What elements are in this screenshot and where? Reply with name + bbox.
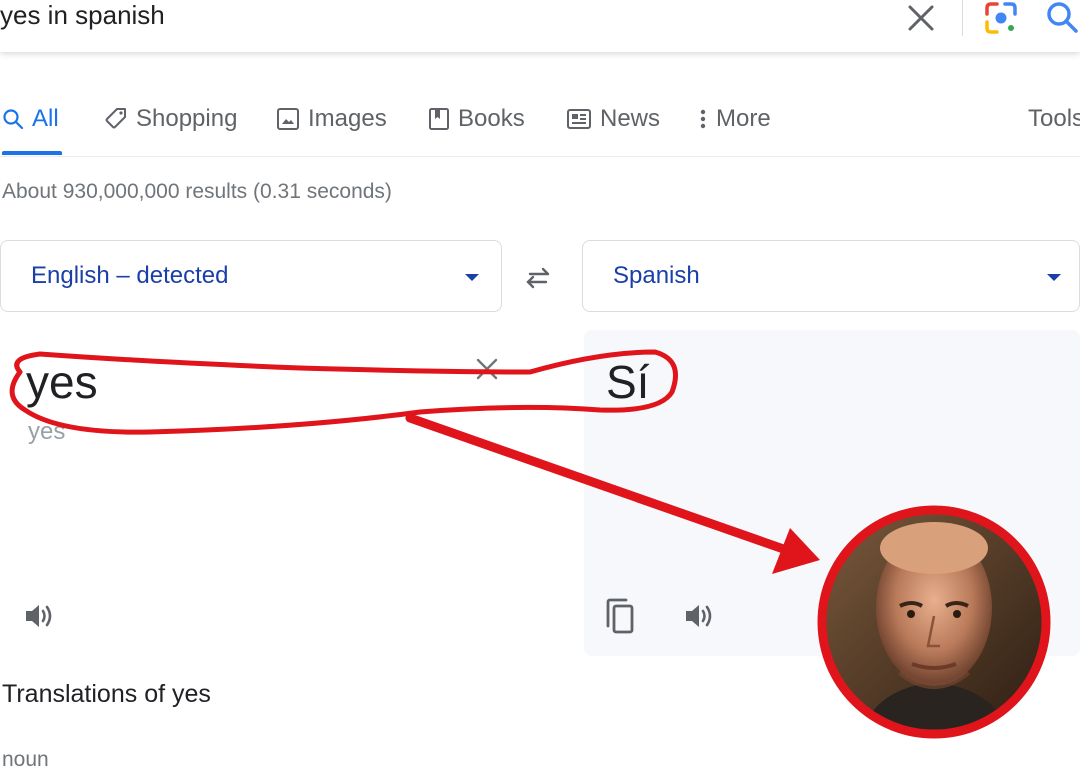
tab-more[interactable]: More [698,101,771,137]
part-of-speech-label: noun [2,748,49,769]
close-icon [476,358,498,380]
tab-all[interactable]: All [2,101,59,137]
tab-label: Shopping [136,105,238,132]
google-lens-icon [985,2,1017,34]
swap-languages-button[interactable] [520,260,556,296]
listen-source-button[interactable] [22,598,58,634]
tools-button[interactable]: Tools [1028,101,1080,137]
tab-books[interactable]: Books [428,101,525,137]
google-search-page: yes in spanish All Shopping Images Books… [0,0,1080,769]
target-language-label: Spanish [613,262,700,289]
search-tabs: All Shopping Images Books News More Tool… [0,95,1080,157]
swap-arrows-icon [526,267,550,289]
search-icon [1047,2,1078,33]
search-input[interactable]: yes in spanish [0,0,165,30]
tab-news[interactable]: News [566,101,660,137]
tab-label: More [716,105,771,132]
copy-translation-button[interactable] [602,596,638,636]
tab-label: News [600,105,661,132]
result-stats: About 930,000,000 results (0.31 seconds) [2,180,392,203]
search-button[interactable] [1044,0,1080,36]
tab-label: All [32,105,59,132]
red-loop-annotation [9,349,678,435]
clear-search-button[interactable] [905,2,937,34]
active-tab-indicator [2,151,62,155]
source-text-input[interactable]: yes [26,355,98,409]
source-transliteration: yes [28,418,66,445]
clear-source-button[interactable] [472,354,502,384]
image-icon [277,108,299,130]
tools-label: Tools [1028,105,1080,132]
translations-heading: Translations of yes [2,680,211,708]
speaker-icon [686,605,712,627]
copy-icon [606,598,634,634]
target-text-pane [584,330,1080,656]
listen-translation-button[interactable] [682,598,718,634]
tab-images[interactable]: Images [276,101,387,137]
caret-down-icon [465,274,479,281]
tag-icon [105,108,126,129]
google-lens-button[interactable] [983,0,1019,36]
search-bar: yes in spanish [0,0,1080,52]
tab-shopping[interactable]: Shopping [104,101,237,137]
tab-label: Images [308,105,387,132]
close-icon [908,5,934,31]
source-language-select[interactable]: English – detected [0,240,502,312]
source-language-label: English – detected [31,262,229,289]
caret-down-icon [1047,274,1061,281]
book-icon [429,108,449,130]
search-icon [3,109,24,130]
speaker-icon [26,605,52,627]
tab-label: Books [458,105,525,132]
more-vert-icon [700,109,706,129]
search-bar-divider [962,0,963,36]
target-language-select[interactable]: Spanish [582,240,1080,312]
target-text: Sí [606,356,650,408]
news-icon [567,109,591,129]
